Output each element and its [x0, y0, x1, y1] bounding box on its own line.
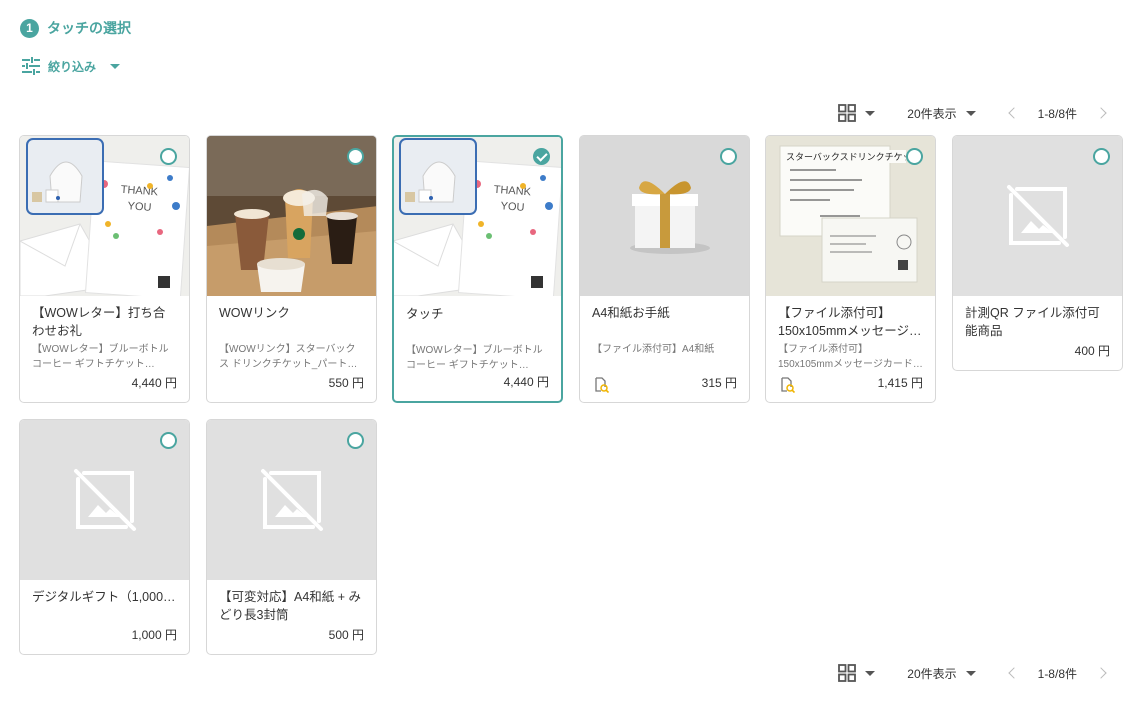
tune-icon [22, 57, 40, 75]
chevron-left-icon[interactable] [1007, 107, 1020, 119]
hide-image-icon [73, 469, 136, 531]
select-radio[interactable] [160, 432, 177, 449]
product-title: 計測QR ファイル添付可能商品 [965, 306, 1100, 338]
per-page-select[interactable]: 20件表示 [907, 665, 976, 682]
per-page-select[interactable]: 20件表示 [907, 105, 976, 122]
svg-text:YOU: YOU [127, 200, 152, 214]
product-price: 400 円 [1074, 344, 1110, 358]
product-price: 315 円 [701, 376, 737, 390]
product-card[interactable]: A4和紙お手紙 【ファイル添付可】A4和紙 315 円 [579, 135, 750, 403]
product-image [207, 420, 376, 580]
product-description: 【WOWレター】ブルーボトルコーヒー ギフトチケット（3,000円分） [32, 344, 169, 370]
product-price: 1,000 円 [131, 628, 177, 642]
select-radio[interactable] [1093, 148, 1110, 165]
step-header: 1 タッチの選択 [20, 18, 131, 38]
caret-down-icon [865, 670, 876, 676]
product-title: デジタルギフト（1,000円分） [32, 590, 176, 604]
product-title: WOWリンク [219, 306, 290, 320]
pagination: 1-8/8件 [1007, 665, 1107, 682]
product-description: 【ファイル添付可】A4和紙 [592, 344, 715, 355]
product-title: 【可変対応】A4和紙 + みどり長3封筒 [219, 590, 362, 622]
step-number-badge: 1 [20, 18, 39, 38]
hide-image-icon [260, 469, 323, 531]
caret-down-icon [965, 670, 976, 676]
product-card[interactable]: 計測QR ファイル添付可能商品 400 円 [952, 135, 1123, 371]
page-range: 1-8/8件 [1037, 106, 1077, 121]
product-price: 1,415 円 [877, 376, 923, 390]
select-radio[interactable] [720, 148, 737, 165]
caret-down-icon [965, 110, 976, 116]
product-card[interactable]: THANK YOU 【WOWレター】打ち合わせお礼 【WOWレター】ブルーボトル… [19, 135, 190, 403]
product-image: THANK YOU [394, 137, 561, 296]
product-price: 500 円 [328, 628, 364, 642]
select-radio[interactable] [160, 148, 177, 165]
product-title: 【ファイル添付可】150x105mmメッセージカード + 洋2封筒 [778, 306, 922, 338]
hide-image-icon [1006, 185, 1069, 247]
product-title: タッチ [406, 307, 444, 321]
file-search-icon [781, 377, 795, 393]
product-card[interactable]: デジタルギフト（1,000円分） 1,000 円 [19, 419, 190, 655]
select-radio-checked[interactable] [533, 148, 550, 165]
product-title: A4和紙お手紙 [592, 306, 670, 320]
product-image [580, 136, 749, 296]
list-toolbar-top: 20件表示 1-8/8件 [838, 104, 1107, 122]
card-header-text: スターバックスドリンクチケット [786, 150, 906, 163]
pagination: 1-8/8件 [1007, 105, 1107, 122]
grid-view-icon [838, 104, 857, 122]
view-mode-select[interactable] [838, 664, 876, 682]
product-title: 【WOWレター】打ち合わせお礼 [32, 306, 166, 338]
per-page-label: 20件表示 [907, 666, 957, 681]
select-radio[interactable] [906, 148, 923, 165]
product-price: 4,440 円 [131, 376, 177, 390]
per-page-label: 20件表示 [907, 106, 957, 121]
filter-button[interactable]: 絞り込み [22, 57, 121, 75]
product-card[interactable]: スターバックスドリンクチケット 【ファイル添付可】150x105mmメッセージカ… [765, 135, 936, 403]
caret-down-icon [865, 110, 876, 116]
product-card[interactable]: THANK YOU タッチ 【WOWレター】ブルーボトルコーヒー ギフトチケット… [392, 135, 563, 403]
product-description: 【WOWリンク】スターバックス ドリンクチケット_パートナー [219, 344, 358, 370]
product-description: 【ファイル添付可】150x105mmメッセージカード + 洋2封筒 [778, 344, 922, 370]
product-card[interactable]: WOWリンク 【WOWリンク】スターバックス ドリンクチケット_パートナー 55… [206, 135, 377, 403]
view-mode-select[interactable] [838, 104, 876, 122]
product-image: THANK YOU [20, 136, 189, 296]
select-radio[interactable] [347, 432, 364, 449]
filter-label: 絞り込み [48, 59, 97, 74]
product-image: スターバックスドリンクチケット [766, 136, 935, 296]
product-card[interactable]: 【可変対応】A4和紙 + みどり長3封筒 500 円 [206, 419, 377, 655]
chevron-right-icon[interactable] [1095, 667, 1107, 679]
product-image [207, 136, 376, 296]
svg-text:YOU: YOU [500, 200, 525, 214]
grid-view-icon [838, 664, 857, 682]
page-range: 1-8/8件 [1037, 666, 1077, 681]
product-price: 4,440 円 [503, 375, 549, 389]
chevron-right-icon[interactable] [1095, 107, 1107, 119]
product-image [20, 420, 189, 580]
chevron-left-icon[interactable] [1007, 667, 1020, 679]
caret-down-icon [110, 63, 121, 69]
file-search-icon [595, 377, 609, 393]
product-description: 【WOWレター】ブルーボトルコーヒー ギフトチケット（3,000円分） [406, 345, 543, 371]
step-title: タッチの選択 [47, 20, 131, 36]
product-image [953, 136, 1122, 296]
select-radio[interactable] [347, 148, 364, 165]
list-toolbar-bottom: 20件表示 1-8/8件 [838, 664, 1107, 682]
product-price: 550 円 [328, 376, 364, 390]
